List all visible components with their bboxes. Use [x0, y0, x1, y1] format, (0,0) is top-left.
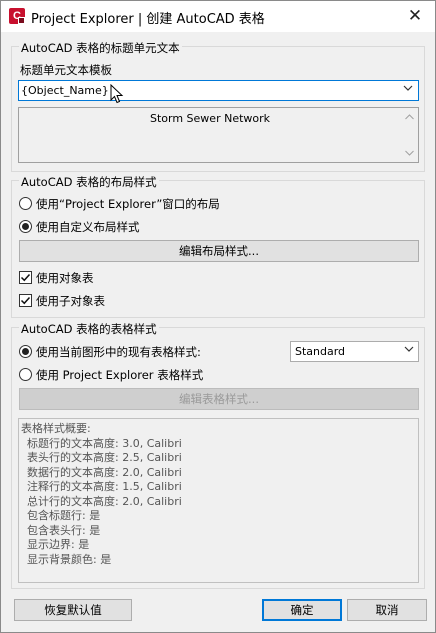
radio-project-layout-label[interactable]: 使用“Project Explorer”窗口的布局 — [36, 196, 220, 212]
chevron-down-icon[interactable] — [403, 83, 413, 96]
close-icon[interactable]: ✕ — [403, 5, 427, 27]
scroll-down-icon[interactable] — [405, 150, 414, 156]
scroll-up-icon[interactable] — [405, 114, 414, 120]
summary-line: 包含标题行: 是 — [27, 509, 101, 522]
use-object-table-checkbox[interactable] — [19, 271, 32, 284]
summary-line: 注释行的文本高度: 1.5, Calibri — [27, 480, 182, 493]
restore-defaults-button[interactable]: 恢复默认值 — [14, 599, 132, 621]
radio-project-explorer-style[interactable] — [19, 368, 32, 381]
edit-layout-style-button[interactable]: 编辑布局样式... — [19, 240, 419, 262]
create-autocad-table-dialog: C Project Explorer | 创建 AutoCAD 表格 ✕ Aut… — [0, 0, 436, 633]
summary-line: 表格样式概要: — [21, 422, 91, 435]
title-template-value: {Object_Name} — [21, 84, 109, 97]
title-template-label: 标题单元文本模板 — [20, 63, 112, 77]
table-style-group-legend: AutoCAD 表格的表格样式 — [19, 321, 159, 337]
preview-scrollbar[interactable] — [401, 108, 418, 162]
use-subobject-table-checkbox[interactable] — [19, 294, 32, 307]
radio-project-explorer-style-label[interactable]: 使用 Project Explorer 表格样式 — [36, 367, 203, 383]
radio-project-layout[interactable] — [19, 197, 32, 210]
radio-current-drawing-style-label[interactable]: 使用当前图形中的现有表格样式: — [36, 344, 201, 360]
layout-style-group-legend: AutoCAD 表格的布局样式 — [19, 174, 159, 190]
window-title: Project Explorer | 创建 AutoCAD 表格 — [31, 12, 265, 27]
mouse-cursor-icon — [110, 84, 124, 104]
cancel-button[interactable]: 取消 — [347, 599, 427, 621]
radio-custom-layout[interactable] — [19, 220, 32, 233]
edit-table-style-button[interactable]: 编辑表格样式... — [19, 388, 419, 410]
checkmark-icon — [20, 273, 31, 282]
table-style-dropdown[interactable]: Standard — [290, 341, 419, 362]
table-style-summary: 表格样式概要: 标题行的文本高度: 3.0, Calibri 表头行的文本高度:… — [18, 418, 419, 583]
summary-line: 显示边界: 是 — [27, 538, 90, 551]
chevron-down-icon[interactable] — [404, 343, 414, 362]
summary-line: 显示背景颜色: 是 — [27, 553, 112, 566]
title-template-combobox[interactable]: {Object_Name} — [18, 80, 419, 101]
ok-button[interactable]: 确定 — [262, 599, 342, 621]
title-bar[interactable]: C Project Explorer | 创建 AutoCAD 表格 ✕ — [1, 1, 435, 32]
checkmark-icon — [20, 296, 31, 305]
title-text-group-legend: AutoCAD 表格的标题单元文本 — [19, 40, 182, 56]
summary-line: 表头行的文本高度: 2.5, Calibri — [27, 451, 182, 464]
radio-current-drawing-style[interactable] — [19, 345, 32, 358]
radio-custom-layout-label[interactable]: 使用自定义布局样式 — [36, 219, 140, 235]
title-preview-box: Storm Sewer Network — [18, 107, 419, 163]
civil3d-app-icon: C — [9, 8, 25, 24]
use-object-table-label[interactable]: 使用对象表 — [36, 270, 94, 286]
use-subobject-table-label[interactable]: 使用子对象表 — [36, 293, 105, 309]
title-preview-text: Storm Sewer Network — [149, 112, 271, 125]
table-style-dropdown-value: Standard — [295, 345, 346, 358]
